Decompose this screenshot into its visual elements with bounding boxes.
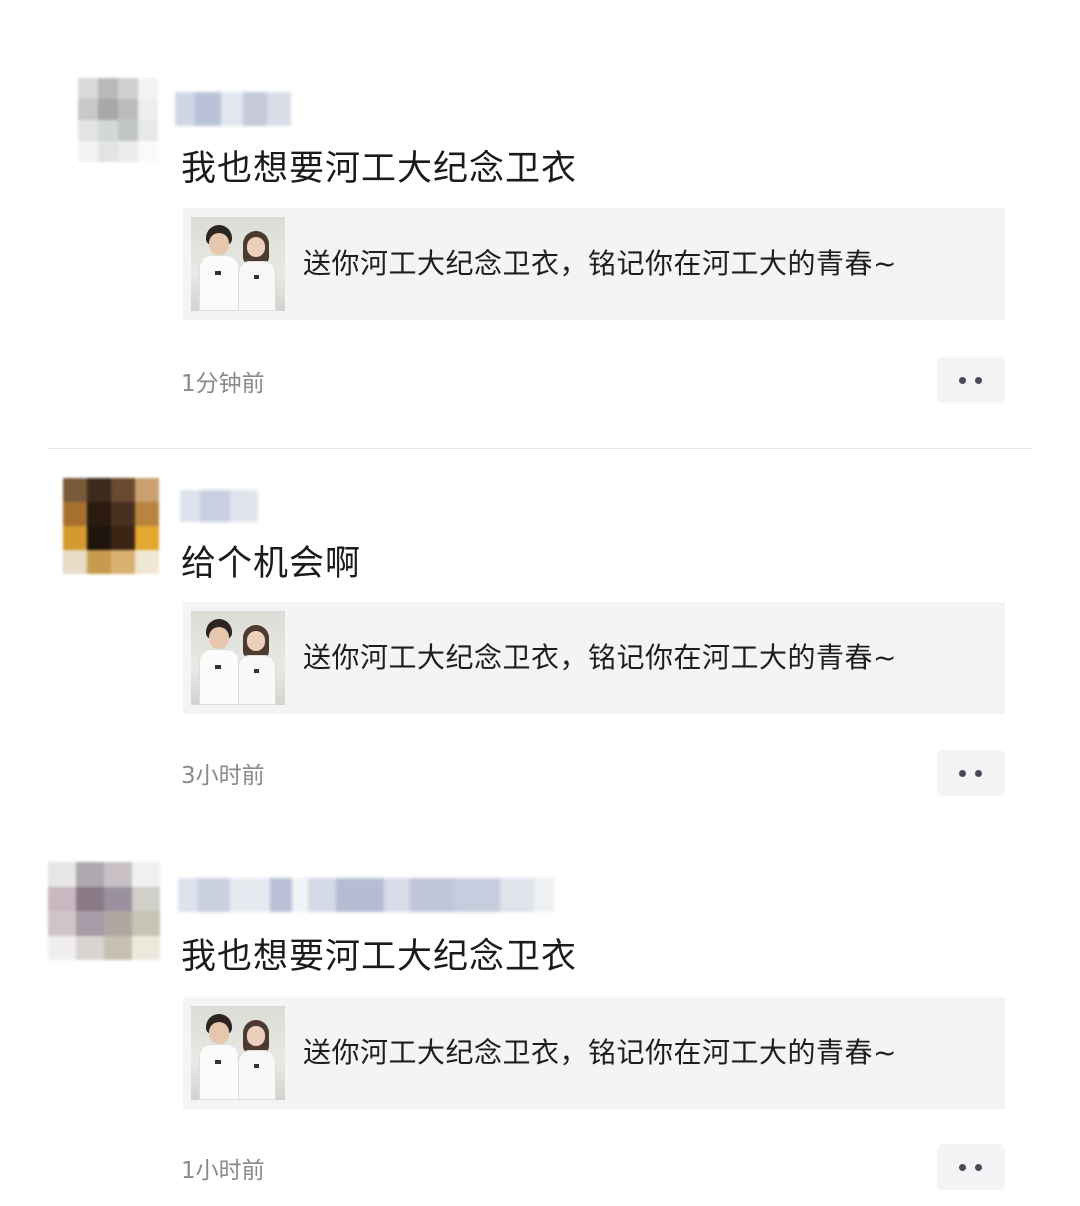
avatar[interactable]	[48, 862, 160, 960]
post-text: 我也想要河工大纪念卫衣	[181, 937, 578, 977]
more-button[interactable]	[937, 1144, 1005, 1190]
username-blurred[interactable]	[178, 878, 554, 912]
couple-hoodie-thumbnail	[191, 1006, 285, 1100]
post-time: 1小时前	[181, 1158, 265, 1184]
link-title: 送你河工大纪念卫衣，铭记你在河工大的青春~	[303, 1036, 897, 1069]
link-card[interactable]: 送你河工大纪念卫衣，铭记你在河工大的青春~	[183, 997, 1005, 1109]
post-3: 我也想要河工大纪念卫衣 送你河工大纪念卫衣，铭记你在河工大的青春~ 1小时前	[0, 0, 1080, 1206]
more-dots-icon	[975, 1164, 982, 1171]
more-dots-icon	[959, 1164, 966, 1171]
